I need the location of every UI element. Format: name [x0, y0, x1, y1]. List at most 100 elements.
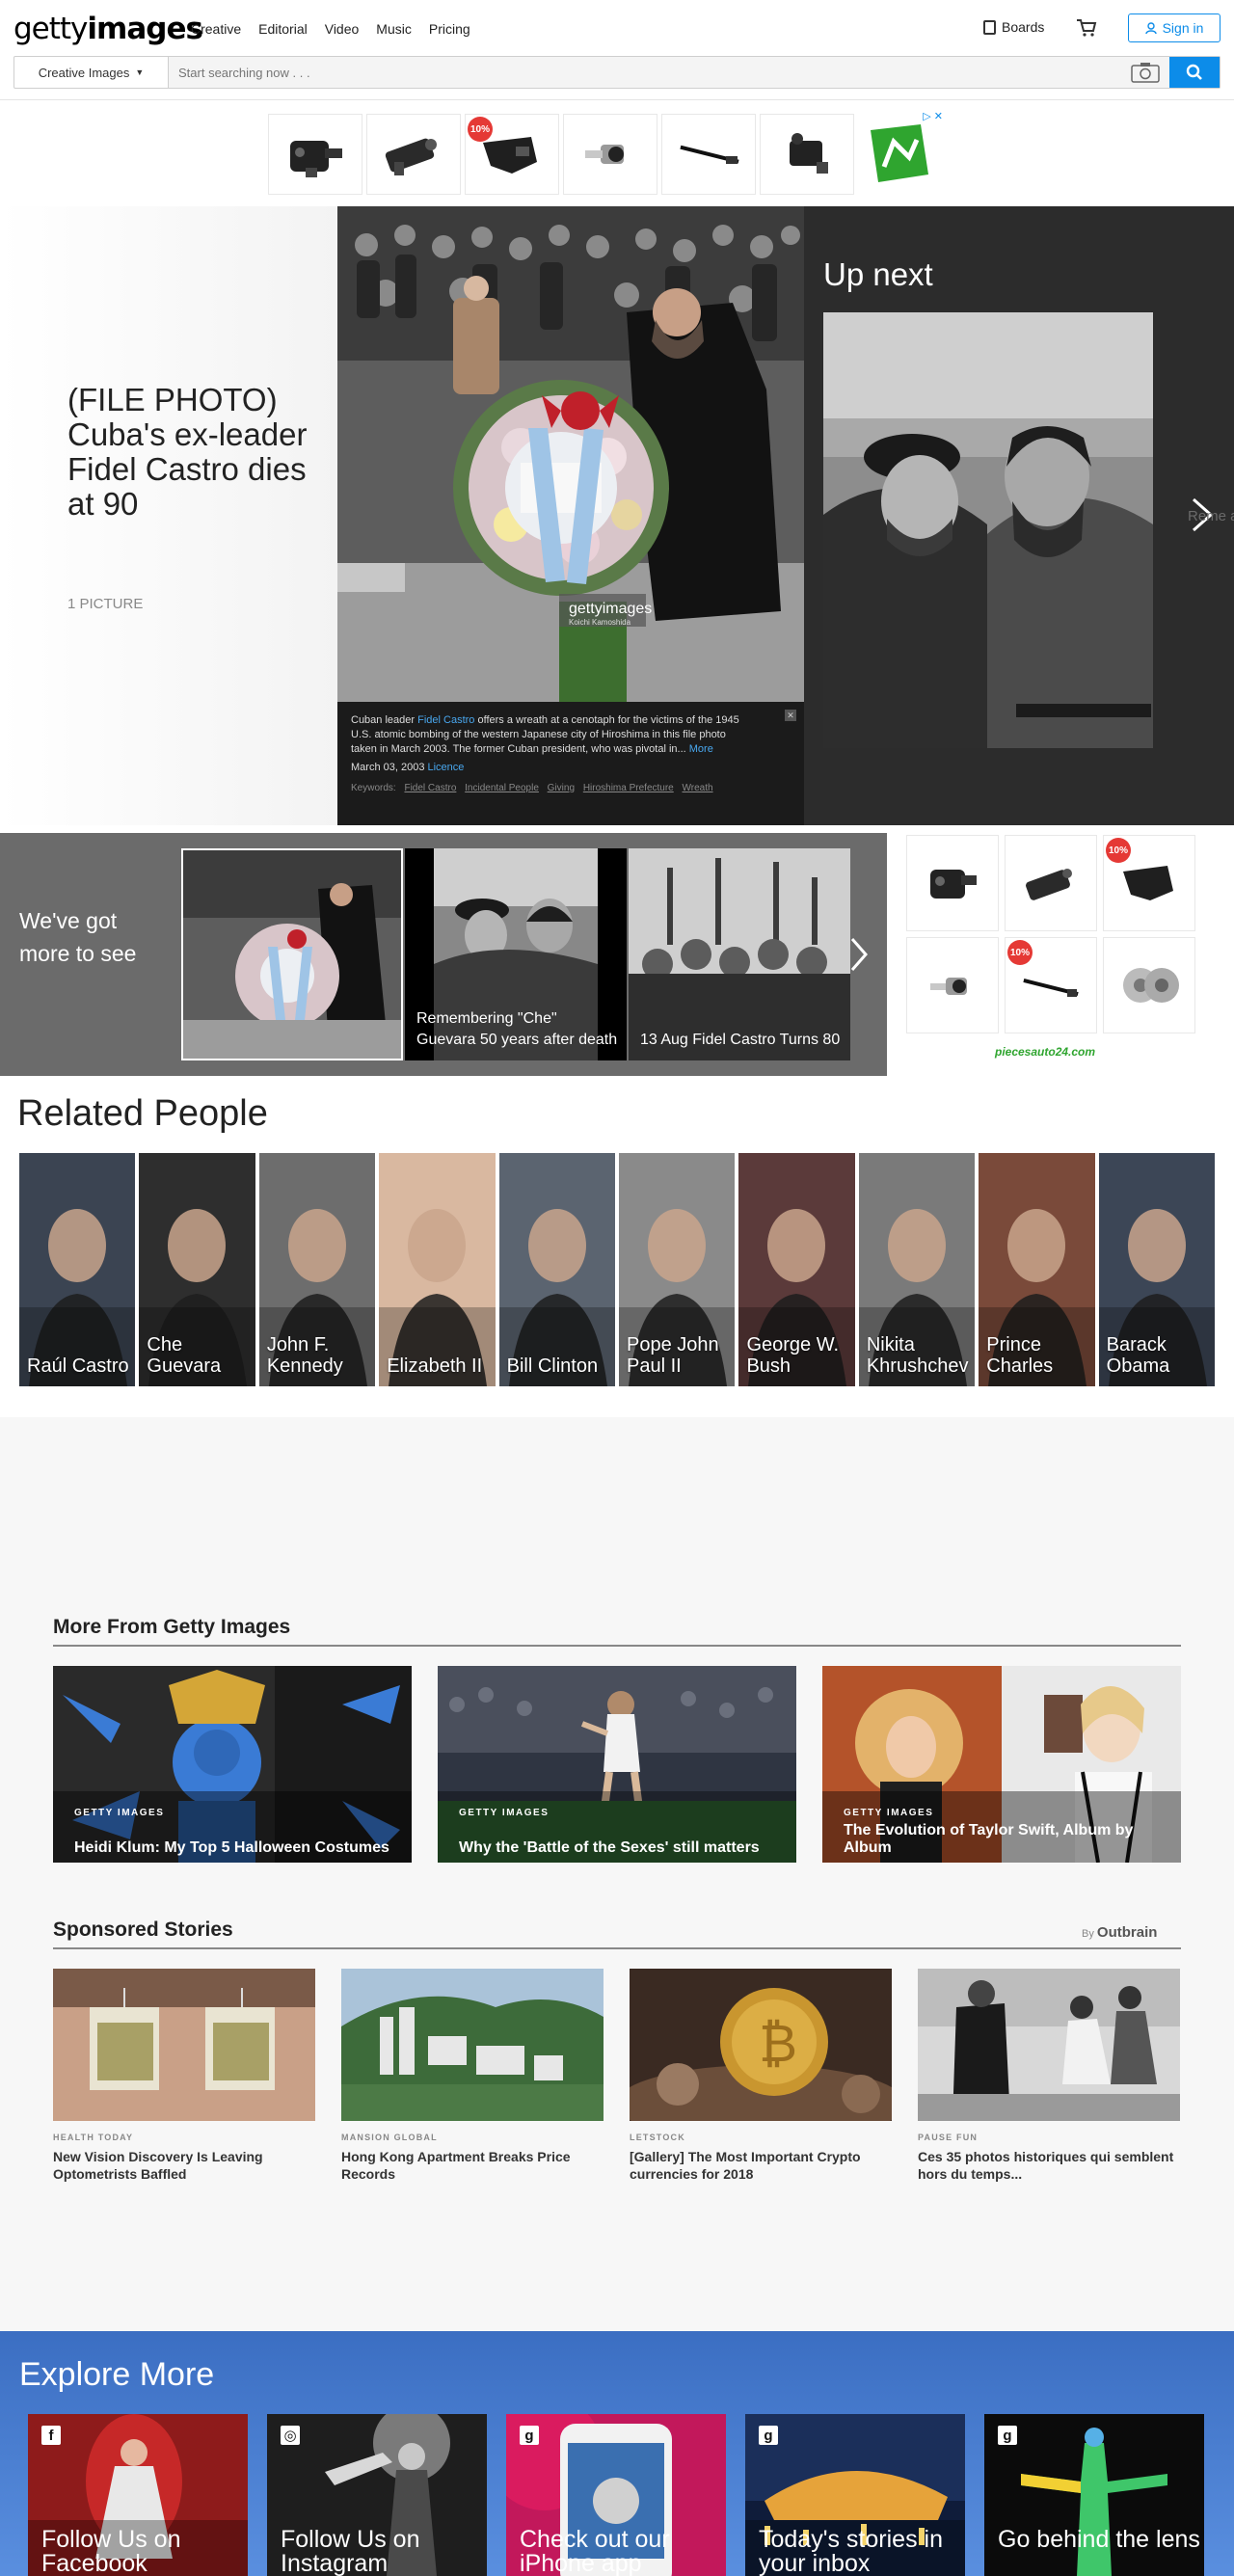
cart-icon[interactable]	[1076, 18, 1097, 38]
sponsored-image[interactable]	[918, 1969, 1180, 2121]
search-type-dropdown[interactable]: Creative Images ▼	[14, 57, 169, 88]
sponsored-card[interactable]: PAUSE FUN Ces 35 photos historiques qui …	[918, 1969, 1180, 2183]
boards-link[interactable]: Boards	[983, 19, 1044, 35]
more-next-arrow-icon[interactable]	[848, 935, 870, 974]
sponsored-title[interactable]: Ces 35 photos historiques qui semblent h…	[918, 2148, 1180, 2183]
nav-creative[interactable]: Creative	[191, 21, 241, 37]
sponsored-image[interactable]	[341, 1969, 604, 2121]
person-name: Bill Clinton	[506, 1355, 599, 1377]
caption-more-link[interactable]: More	[689, 743, 713, 755]
gallery-thumb-current[interactable]	[181, 848, 403, 1060]
more-from-card[interactable]: GETTY IMAGES Heidi Klum: My Top 5 Hallow…	[53, 1666, 412, 1863]
more-from-card[interactable]: GETTY IMAGES Why the 'Battle of the Sexe…	[438, 1666, 796, 1863]
caption-person-link[interactable]: Fidel Castro	[417, 714, 474, 726]
ad-brand-logo[interactable]: piecesauto24.com	[995, 1045, 1095, 1059]
sponsored-card[interactable]: MANSION GLOBAL Hong Kong Apartment Break…	[341, 1969, 604, 2183]
ad-brand-logo[interactable]: ▷ ✕	[858, 111, 943, 195]
person-name: Elizabeth II	[387, 1355, 483, 1377]
related-person-card[interactable]: Prince Charles	[979, 1153, 1095, 1386]
caption-close-icon[interactable]: ✕	[785, 710, 796, 721]
side-ad-banner[interactable]: ▷ ✕ 10% 10% piecesauto24.com	[904, 833, 1199, 1076]
ad-close-icon[interactable]: ▷ ✕	[923, 110, 943, 122]
gallery-info: (FILE PHOTO) Cuba's ex-leader Fidel Cast…	[0, 206, 337, 825]
ad-product[interactable]	[563, 114, 657, 195]
ad-product[interactable]	[906, 835, 999, 931]
getty-logo[interactable]: gettyimages	[13, 12, 203, 46]
sponsored-title[interactable]: New Vision Discovery Is Leaving Optometr…	[53, 2148, 315, 2183]
nav-editorial[interactable]: Editorial	[258, 21, 308, 37]
ad-product[interactable]	[1005, 835, 1097, 931]
explore-card-title: Check out our iPhone app	[520, 2526, 670, 2576]
ad-product[interactable]	[1103, 937, 1195, 1033]
related-person-card[interactable]: Raúl Castro	[19, 1153, 136, 1386]
gallery-thumb-caption: Remembering "Che" Guevara 50 years after…	[416, 1010, 618, 1048]
hero-photo[interactable]: gettyimages Koichi Kamoshida	[337, 206, 804, 702]
person-name: Prince Charles	[986, 1334, 1054, 1377]
more-from-card[interactable]: GETTY IMAGES The Evolution of Taylor Swi…	[822, 1666, 1181, 1863]
keyword-link[interactable]: Giving	[548, 783, 575, 793]
explore-card-facebook[interactable]: f Follow Us on Facebook	[28, 2414, 248, 2576]
explore-card-instagram[interactable]: ◎ Follow Us on Instagram	[267, 2414, 487, 2576]
related-person-card[interactable]: Pope John Paul II	[619, 1153, 736, 1386]
search-input[interactable]	[169, 57, 1121, 88]
ad-product[interactable]: 10%	[1103, 835, 1195, 931]
sign-in-button[interactable]: Sign in	[1128, 13, 1221, 42]
sponsored-image[interactable]: ₿	[630, 1969, 892, 2121]
related-person-card[interactable]: Bill Clinton	[498, 1153, 616, 1386]
keyword-link[interactable]: Fidel Castro	[404, 783, 456, 793]
explore-card-behind-the-lens[interactable]: g Go behind the lens	[984, 2414, 1204, 2576]
outbrain-attribution[interactable]: By Outbrain	[1082, 1924, 1157, 1941]
keyword-link[interactable]: Hiroshima Prefecture	[583, 783, 674, 793]
explore-card-iphone-app[interactable]: g Check out our iPhone app	[506, 2414, 726, 2576]
related-person-card[interactable]: George W. Bush	[738, 1153, 855, 1386]
search-by-image-button[interactable]	[1121, 57, 1169, 88]
explore-card-newsletter[interactable]: g Today's stories in your inbox	[745, 2414, 965, 2576]
hero-section: (FILE PHOTO) Cuba's ex-leader Fidel Cast…	[0, 206, 1234, 825]
sponsored-image[interactable]	[53, 1969, 315, 2121]
card-tag: GETTY IMAGES	[74, 1808, 165, 1818]
ad-product[interactable]: 10%	[1005, 937, 1097, 1033]
sponsored-source: PAUSE FUN	[918, 2133, 979, 2142]
keywords-label: Keywords:	[351, 783, 396, 793]
facebook-icon: f	[41, 2426, 61, 2445]
ad-product[interactable]	[760, 114, 854, 195]
person-name: George W. Bush	[746, 1334, 840, 1377]
ad-product[interactable]	[366, 114, 461, 195]
person-name: Raúl Castro	[27, 1355, 129, 1377]
gallery-thumb[interactable]: 13 Aug Fidel Castro Turns 80	[629, 848, 850, 1060]
next-gallery-peek-text: Reme after d	[1188, 508, 1234, 524]
ad-product[interactable]: 10%	[465, 114, 559, 195]
person-name: Barack Obama	[1106, 1334, 1170, 1377]
ad-product[interactable]	[661, 114, 756, 195]
related-person-card[interactable]: Che Guevara	[139, 1153, 255, 1386]
explore-more-section: Explore More f Follow Us on Facebook ◎ F…	[0, 2331, 1234, 2576]
keyword-link[interactable]: Wreath	[683, 783, 713, 793]
keyword-link[interactable]: Incidental People	[465, 783, 539, 793]
gallery-thumb[interactable]: Remembering "Che" Guevara 50 years after…	[405, 848, 627, 1060]
ad-product[interactable]	[268, 114, 362, 195]
search-button[interactable]	[1169, 57, 1220, 88]
nav-pricing[interactable]: Pricing	[429, 21, 470, 37]
person-photo	[498, 1153, 616, 1386]
caption-text: Cuban leader Fidel Castro offers a wreat…	[351, 714, 739, 755]
related-person-card[interactable]: Barack Obama	[1098, 1153, 1216, 1386]
person-photo	[19, 1153, 136, 1386]
sponsored-stories-title: Sponsored Stories	[53, 1919, 233, 1941]
nav-music[interactable]: Music	[376, 21, 412, 37]
licence-link[interactable]: Licence	[428, 762, 465, 773]
related-person-card[interactable]: Elizabeth II	[379, 1153, 496, 1386]
top-ad-banner[interactable]: 10% ▷ ✕	[268, 111, 968, 197]
related-person-card[interactable]: Nikita Khrushchev	[858, 1153, 976, 1386]
section-divider	[53, 1645, 1181, 1647]
boards-label: Boards	[1002, 19, 1045, 35]
ad-product[interactable]	[906, 937, 999, 1033]
related-people-title: Related People	[17, 1093, 268, 1134]
up-next-photo[interactable]	[823, 312, 1153, 748]
sponsored-title[interactable]: [Gallery] The Most Important Crypto curr…	[630, 2148, 892, 2183]
sponsored-card[interactable]: ₿ LETSTOCK [Gallery] The Most Important …	[630, 1969, 892, 2183]
search-bar: Creative Images ▼	[13, 56, 1221, 89]
nav-video[interactable]: Video	[325, 21, 360, 37]
sponsored-title[interactable]: Hong Kong Apartment Breaks Price Records	[341, 2148, 604, 2183]
related-person-card[interactable]: John F. Kennedy	[258, 1153, 376, 1386]
sponsored-card[interactable]: HEALTH TODAY New Vision Discovery Is Lea…	[53, 1969, 315, 2183]
